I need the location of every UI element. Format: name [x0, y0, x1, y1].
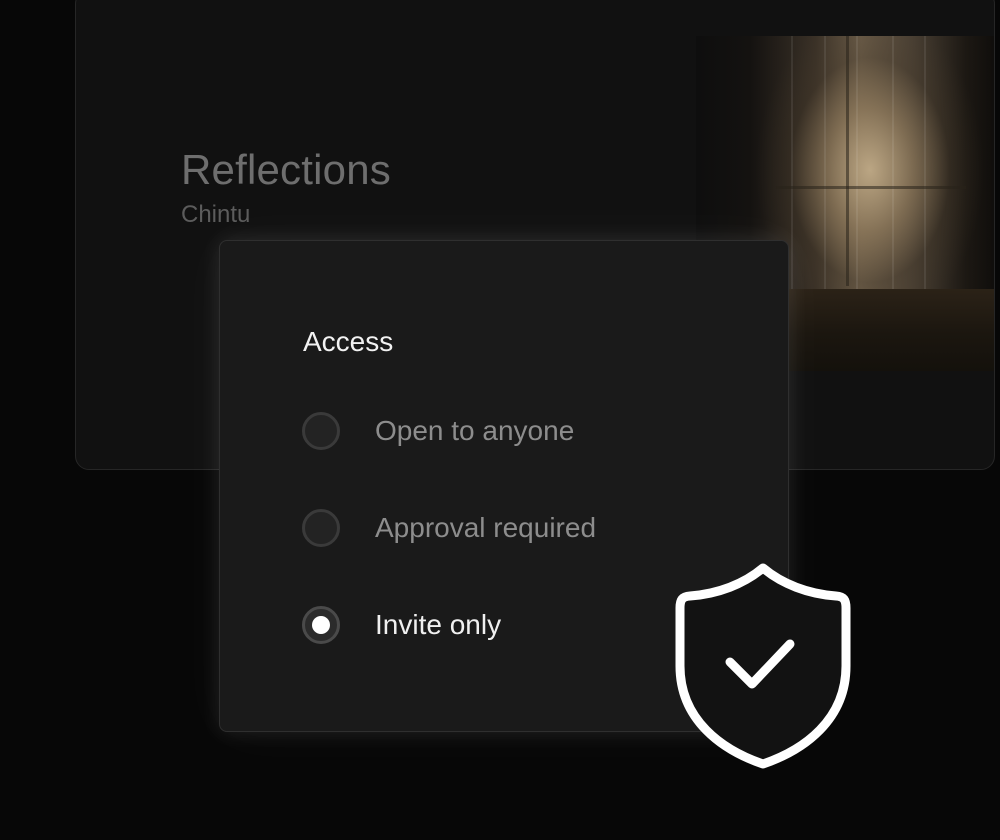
radio-approval[interactable] [302, 509, 340, 547]
access-option-open[interactable]: Open to anyone [302, 409, 574, 453]
option-label-invite: Invite only [375, 609, 502, 640]
card-title: Reflections [181, 146, 391, 193]
shield-check-icon [675, 563, 851, 769]
option-label-open: Open to anyone [375, 415, 575, 446]
access-option-invite[interactable]: Invite only [302, 603, 501, 647]
access-title: Access [303, 326, 394, 357]
card-author: Chintu [181, 201, 251, 228]
access-option-approval[interactable]: Approval required [302, 506, 596, 550]
radio-open[interactable] [302, 412, 340, 450]
radio-invite[interactable] [302, 606, 340, 644]
option-label-approval: Approval required [375, 512, 597, 543]
